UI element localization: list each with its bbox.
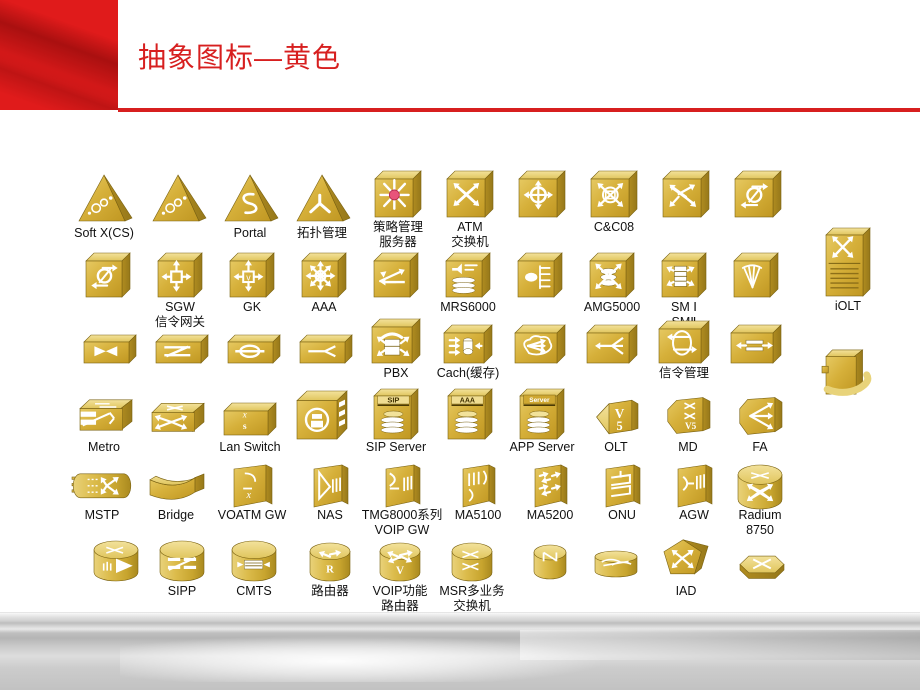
svg-text:s: s xyxy=(243,421,247,432)
svg-text:AAA: AAA xyxy=(460,398,475,405)
icon-label: MRS6000 xyxy=(440,300,496,314)
icon-label: MSR多业务 xyxy=(439,584,505,598)
icon-label: AAA xyxy=(311,300,337,314)
switch-oval-1-icon xyxy=(734,170,782,218)
floor-sheen-right xyxy=(520,630,920,660)
icon-label: iOLT xyxy=(834,299,862,313)
app-server-icon: Server xyxy=(519,388,565,440)
svg-text:Server: Server xyxy=(529,397,550,404)
icon-label: 交换机 xyxy=(451,235,489,249)
radium-8750-icon xyxy=(737,464,783,510)
icon-hex-switch[interactable] xyxy=(706,551,818,579)
svg-text:V: V xyxy=(396,565,405,577)
svg-text:R: R xyxy=(326,565,334,576)
svg-text:5: 5 xyxy=(616,419,622,433)
icon-label: Soft X(CS) xyxy=(74,226,134,240)
header-red-block xyxy=(0,0,118,110)
cmts-icon xyxy=(231,540,277,582)
hex-switch-icon xyxy=(739,551,785,579)
icon-label: Radium xyxy=(738,508,782,522)
svg-text:x: x xyxy=(246,490,252,501)
header-swoosh-decoration-2 xyxy=(0,10,118,110)
icon-label: 8750 xyxy=(746,523,774,537)
header-underline xyxy=(118,108,920,112)
gold-swirl-box-icon xyxy=(821,348,874,396)
bidirectional-icon xyxy=(730,324,782,364)
icon-label: 交换机 xyxy=(453,599,491,613)
icon-switch-oval-1[interactable] xyxy=(702,170,814,218)
iad-icon xyxy=(662,537,710,583)
svg-text:x: x xyxy=(242,410,247,420)
icon-label: Cach(缓存) xyxy=(436,366,500,380)
floor-edge xyxy=(0,612,920,613)
icon-label: Metro xyxy=(88,440,120,454)
svg-text:SIP: SIP xyxy=(387,396,399,405)
icon-label: Lan Switch xyxy=(219,440,281,454)
icon-label: ATM xyxy=(457,220,483,234)
onu-icon xyxy=(604,464,641,508)
svg-text:v: v xyxy=(246,272,251,282)
nas-icon xyxy=(312,464,349,508)
fa-icon xyxy=(738,393,783,439)
icon-label: 信令管理 xyxy=(658,366,709,380)
icon-label: C&C08 xyxy=(593,220,635,234)
icon-radium-8750[interactable]: Radium 8750 xyxy=(704,464,816,537)
ma5200-icon xyxy=(533,464,568,508)
slide-header: 抽象图标—黄色 xyxy=(0,0,920,113)
icon-label: FA xyxy=(752,440,768,454)
msr-switch-icon xyxy=(451,542,493,582)
icon-gold-swirl-box[interactable] xyxy=(792,348,904,396)
voatm-gw-icon: x xyxy=(232,464,273,508)
tmg8000-icon xyxy=(384,464,421,508)
svg-text:V5: V5 xyxy=(685,421,697,431)
iolt-icon xyxy=(825,227,871,297)
antenna-icon xyxy=(733,252,779,298)
icon-label: VOIP GW xyxy=(374,523,430,537)
page-title: 抽象图标—黄色 xyxy=(138,42,342,73)
voip-router-icon: V xyxy=(379,542,421,582)
icon-iolt[interactable]: iOLT xyxy=(792,227,904,313)
icon-label: SIP Server xyxy=(365,440,427,454)
icon-label: IAD xyxy=(675,584,697,598)
icon-fa[interactable]: FA xyxy=(704,393,816,454)
sip-server-icon: SIP xyxy=(373,388,419,440)
icon-label: 信令网关 xyxy=(154,315,205,329)
ma5100-icon xyxy=(461,464,496,508)
floor-reflection xyxy=(0,612,920,690)
icon-gallery: Soft X(CS) Portal 拓扑管理 策略管理 服务器 ATM 交换机 … xyxy=(0,113,920,627)
icon-label: SM Ⅰ xyxy=(671,300,697,314)
